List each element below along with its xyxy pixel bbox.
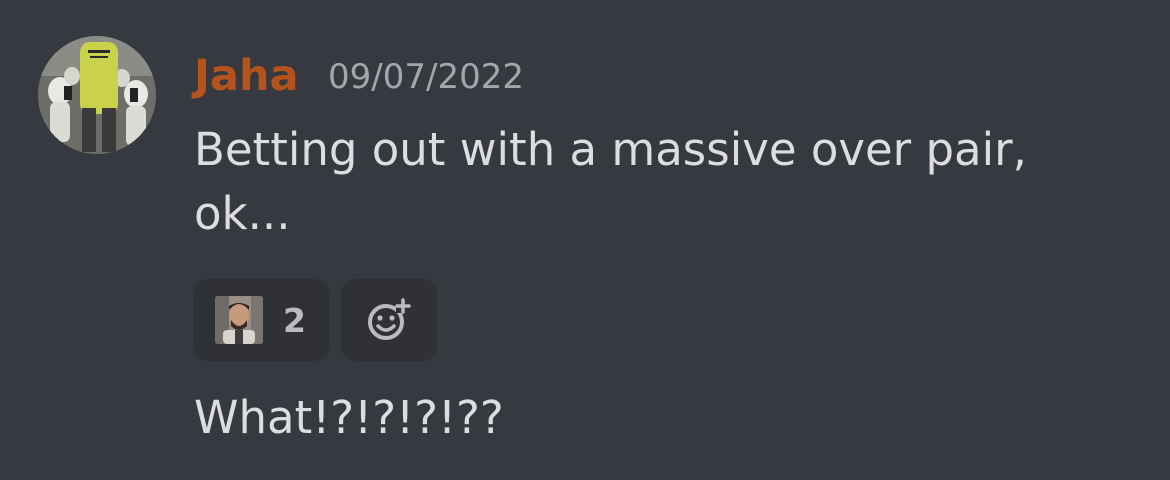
custom-face-emoji-icon xyxy=(215,296,263,344)
message-text-2: What!?!?!?!?? xyxy=(194,391,504,444)
reaction-count: 2 xyxy=(283,300,306,340)
author-name[interactable]: Jaha xyxy=(194,48,299,104)
add-reaction-icon xyxy=(368,298,411,340)
timestamp: 09/07/2022 xyxy=(328,57,524,97)
avatar[interactable] xyxy=(38,36,156,154)
reaction-bar: 2 xyxy=(193,279,437,361)
chat-view: Jaha 09/07/2022 Betting out with a massi… xyxy=(0,0,1170,480)
add-reaction-button[interactable] xyxy=(341,279,437,361)
avatar-image xyxy=(38,36,156,154)
message-text: Betting out with a massive over pair, ok… xyxy=(194,123,1027,240)
reaction-button[interactable]: 2 xyxy=(193,279,329,361)
